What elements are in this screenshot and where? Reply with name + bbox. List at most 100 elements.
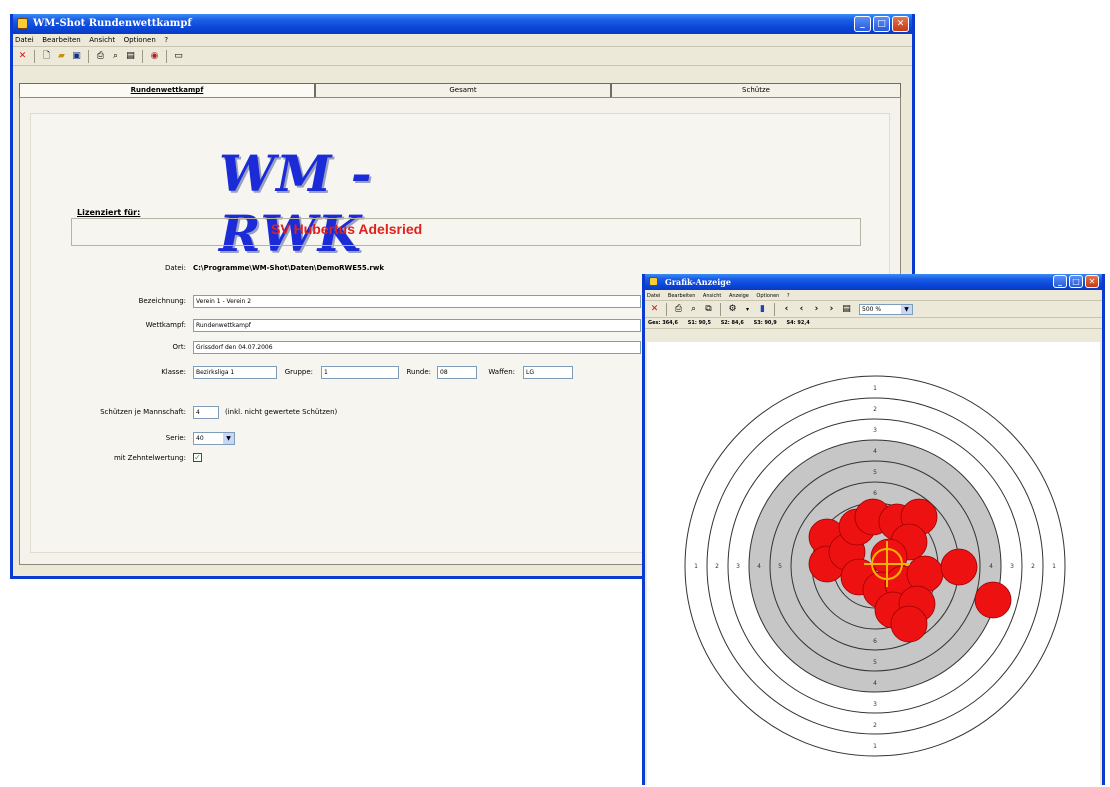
graphics-titlebar[interactable]: Grafik-Anzeige _ □ ✕ xyxy=(645,274,1102,290)
export-icon[interactable]: ▤ xyxy=(124,50,137,63)
print-preview-icon[interactable]: ⌕ xyxy=(109,50,122,63)
runde-input[interactable]: 08 xyxy=(437,366,477,379)
graphics-window: Grafik-Anzeige _ □ ✕ Datei Bearbeiten An… xyxy=(642,274,1105,785)
score-status-bar: Ges: 364,6 S1: 90,5 S2: 84,6 S3: 90,9 S4… xyxy=(645,318,1102,329)
new-file-icon[interactable]: 🗋 xyxy=(40,50,53,63)
toolbar-separator xyxy=(88,49,89,63)
ort-label: Ort: xyxy=(172,343,187,351)
tab-strip: Rundenwettkampf Gesamt Schütze xyxy=(19,83,901,97)
file-label: Datei: xyxy=(164,264,186,272)
score-series-1: S1: 90,5 xyxy=(687,320,711,326)
minimize-icon[interactable]: _ xyxy=(854,16,871,32)
menu-bearbeiten[interactable]: Bearbeiten xyxy=(42,36,80,44)
first-icon[interactable]: ‹ xyxy=(780,303,793,316)
ring-number: 4 xyxy=(873,448,877,455)
menu-help[interactable]: ? xyxy=(787,293,790,299)
shooting-target: 1 2 3 4 5 6 6 5 4 3 2 1 1 2 3 4 5 4 3 2 xyxy=(684,375,1066,757)
gruppe-label: Gruppe: xyxy=(284,368,313,376)
menu-anzeige[interactable]: Anzeige xyxy=(729,293,749,299)
menu-optionen[interactable]: Optionen xyxy=(756,293,779,299)
toolbar-separator xyxy=(774,302,775,316)
print-preview-icon[interactable]: ⌕ xyxy=(687,303,700,316)
copy-icon[interactable]: ⧉ xyxy=(702,303,715,316)
toolbar-separator xyxy=(666,302,667,316)
maximize-icon[interactable]: □ xyxy=(873,16,890,32)
ort-input[interactable]: Grissdorf den 04.07.2006 xyxy=(193,341,641,354)
dropdown-arrow-icon[interactable]: ▾ xyxy=(741,303,754,316)
ring-number: 5 xyxy=(873,659,877,666)
gruppe-input[interactable]: 1 xyxy=(321,366,399,379)
last-icon[interactable]: › xyxy=(825,303,838,316)
save-icon[interactable]: ▣ xyxy=(70,50,83,63)
graphics-menubar: Datei Bearbeiten Ansicht Anzeige Optione… xyxy=(645,290,1102,301)
score-total: Ges: 364,6 xyxy=(648,320,679,326)
ring-number: 3 xyxy=(1010,563,1014,570)
settings-icon[interactable]: ⚙ xyxy=(726,303,739,316)
toolbar-separator xyxy=(166,49,167,63)
display-icon[interactable]: ▭ xyxy=(172,50,185,63)
main-toolbar: ✕ 🗋 ▰ ▣ ⎙ ⌕ ▤ ◉ ▭ xyxy=(13,47,912,66)
graphics-app-icon xyxy=(649,277,658,286)
delete-icon[interactable]: ✕ xyxy=(648,303,661,316)
bezeichnung-input[interactable]: Verein 1 - Verein 2 xyxy=(193,295,641,308)
tab-rundenwettkampf[interactable]: Rundenwettkampf xyxy=(19,83,315,97)
target-icon[interactable]: ◉ xyxy=(148,50,161,63)
schuetzen-note: (inkl. nicht gewertete Schützen) xyxy=(225,408,338,416)
klasse-input[interactable]: Bezirksliga 1 xyxy=(193,366,277,379)
ring-number: 3 xyxy=(736,563,740,570)
minimize-icon[interactable]: _ xyxy=(1053,275,1067,288)
license-box xyxy=(71,218,861,246)
main-menubar: Datei Bearbeiten Ansicht Optionen ? xyxy=(13,34,912,47)
menu-ansicht[interactable]: Ansicht xyxy=(703,293,721,299)
score-series-3: S3: 90,9 xyxy=(753,320,777,326)
close-icon[interactable]: ✕ xyxy=(1085,275,1099,288)
ring-number: 4 xyxy=(873,680,877,687)
shot-hole xyxy=(974,581,1012,619)
export-icon[interactable]: ▤ xyxy=(840,303,853,316)
ring-number: 3 xyxy=(873,701,877,708)
close-icon[interactable]: ✕ xyxy=(892,16,909,32)
menu-datei[interactable]: Datei xyxy=(15,36,34,44)
waffen-label: Waffen: xyxy=(488,368,515,376)
main-titlebar[interactable]: WM-Shot Rundenwettkampf _ □ ✕ xyxy=(13,14,912,34)
chevron-down-icon[interactable]: ▼ xyxy=(223,433,234,444)
app-logo: WM - RWK xyxy=(219,144,373,263)
ring-number: 6 xyxy=(873,490,877,497)
previous-icon[interactable]: ‹ xyxy=(795,303,808,316)
menu-help[interactable]: ? xyxy=(164,36,168,44)
serie-select[interactable]: 40 ▼ xyxy=(193,432,235,445)
target-drawing-area: 1 2 3 4 5 6 6 5 4 3 2 1 1 2 3 4 5 4 3 2 xyxy=(647,342,1100,785)
open-folder-icon[interactable]: ▰ xyxy=(55,50,68,63)
tab-schuetze[interactable]: Schütze xyxy=(611,83,901,97)
score-series-2: S2: 84,6 xyxy=(720,320,744,326)
zehntel-checkbox[interactable]: ✓ xyxy=(193,453,202,462)
maximize-icon[interactable]: □ xyxy=(1069,275,1083,288)
main-window-title: WM-Shot Rundenwettkampf xyxy=(33,18,192,29)
license-label: Lizenziert für: xyxy=(75,208,143,217)
print-icon[interactable]: ⎙ xyxy=(94,50,107,63)
tab-gesamt[interactable]: Gesamt xyxy=(315,83,611,97)
delete-icon[interactable]: ✕ xyxy=(16,50,29,63)
menu-optionen[interactable]: Optionen xyxy=(124,36,156,44)
schuetzen-input[interactable]: 4 xyxy=(193,406,219,419)
wettkampf-input[interactable]: Rundenwettkampf xyxy=(193,319,641,332)
chevron-down-icon[interactable]: ▼ xyxy=(901,304,912,314)
menu-datei[interactable]: Datei xyxy=(647,293,660,299)
ring-number: 4 xyxy=(989,563,993,570)
ring-number: 1 xyxy=(873,743,877,750)
next-icon[interactable]: › xyxy=(810,303,823,316)
serie-value: 40 xyxy=(196,435,204,442)
bar-chart-icon[interactable]: ▮ xyxy=(756,303,769,316)
app-icon xyxy=(17,18,28,29)
ring-number: 2 xyxy=(873,722,877,729)
menu-ansicht[interactable]: Ansicht xyxy=(89,36,115,44)
ring-number: 5 xyxy=(778,563,782,570)
waffen-input[interactable]: LG xyxy=(523,366,573,379)
menu-bearbeiten[interactable]: Bearbeiten xyxy=(668,293,695,299)
ring-number: 2 xyxy=(715,563,719,570)
toolbar-separator xyxy=(720,302,721,316)
zoom-select[interactable]: 500 % ▼ xyxy=(859,303,913,315)
file-path: C:\Programme\WM-Shot\Daten\DemoRWE55.rwk xyxy=(193,264,384,272)
ring-number: 1 xyxy=(1052,563,1056,570)
print-icon[interactable]: ⎙ xyxy=(672,303,685,316)
